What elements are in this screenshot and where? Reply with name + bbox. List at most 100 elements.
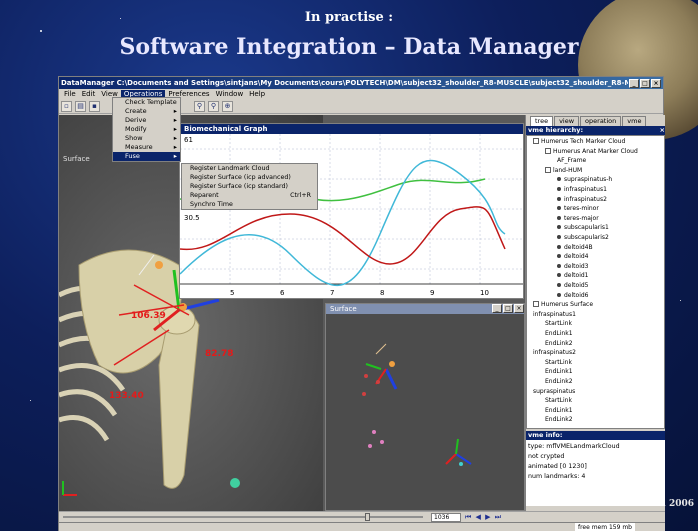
- tree-node[interactable]: supraspinatus-h: [557, 176, 612, 183]
- new-file-icon[interactable]: ▫: [61, 100, 72, 112]
- surface-small-titlebar[interactable]: Surface _ □ ×: [326, 304, 524, 314]
- tree-node[interactable]: deltoid5: [557, 282, 588, 289]
- tree-node[interactable]: teres-minor: [557, 205, 599, 212]
- checkbox-icon[interactable]: [533, 301, 539, 308]
- menu-item-reparent[interactable]: Reparent Ctrl+R: [182, 191, 317, 200]
- tree-node[interactable]: deltoid4: [557, 253, 588, 260]
- tab-vme[interactable]: vme: [622, 116, 647, 126]
- tab-operation[interactable]: operation: [580, 116, 622, 126]
- tab-view[interactable]: view: [554, 116, 580, 126]
- tree-node-label: Humerus Surface: [541, 301, 594, 309]
- crosshair-icon[interactable]: ⊕: [222, 100, 233, 112]
- biomechanical-graph-window[interactable]: Biomechanical Graph 61 30.5 5 6 7 8 9 10: [179, 123, 524, 299]
- tree-node[interactable]: Humerus Tech Marker Cloud: [533, 138, 625, 145]
- menu-edit[interactable]: Edit: [79, 90, 99, 98]
- tree-node[interactable]: EndLink2: [545, 416, 573, 423]
- maximize-button[interactable]: □: [640, 78, 650, 88]
- tree-node[interactable]: Humerus Surface: [533, 301, 593, 308]
- menu-item-check-template[interactable]: Check Template: [113, 98, 180, 107]
- tree-node[interactable]: supraspinatus: [533, 388, 575, 395]
- tree-node[interactable]: AF_Frame: [557, 157, 586, 164]
- tree-node-label: infraspinatus2: [533, 349, 576, 357]
- tree-node-label: infraspinatus1: [564, 186, 607, 193]
- menu-item-register-landmark-cloud[interactable]: Register Landmark Cloud: [182, 164, 317, 173]
- tree-node[interactable]: StartLink: [545, 320, 572, 327]
- menu-item-measure[interactable]: Measure ▸: [113, 143, 180, 152]
- menu-item-fuse[interactable]: Fuse ▸: [113, 152, 180, 161]
- time-value-field[interactable]: 1036: [431, 513, 461, 522]
- tab-tree[interactable]: tree: [530, 116, 554, 126]
- tree-node[interactable]: EndLink2: [545, 340, 573, 347]
- tree-node[interactable]: EndLink1: [545, 330, 573, 337]
- tree-node-label: subscapularis1: [564, 224, 609, 232]
- playback-buttons[interactable]: ⏮ ◀ ▶ ⏭: [465, 513, 502, 522]
- tree-node[interactable]: StartLink: [545, 397, 572, 404]
- tree-node[interactable]: deltoid1: [557, 272, 588, 279]
- checkbox-icon[interactable]: [545, 147, 551, 154]
- menu-item-register-surface-standard[interactable]: Register Surface (icp standard): [182, 182, 317, 191]
- tree-node[interactable]: EndLink2: [545, 378, 573, 385]
- vme-tree[interactable]: Humerus Tech Marker Cloud Humerus Anat Ma…: [526, 135, 665, 429]
- tree-node[interactable]: StartLink: [545, 359, 572, 366]
- tree-node[interactable]: deltoid6: [557, 292, 588, 299]
- tree-node[interactable]: Humerus Anat Marker Cloud: [545, 147, 638, 155]
- surface-small-title: Surface: [330, 305, 357, 313]
- menu-item-show[interactable]: Show ▸: [113, 134, 180, 143]
- landmark-dot-icon: [557, 177, 561, 182]
- tree-node[interactable]: subscapularis2: [557, 234, 609, 241]
- menu-item-synchro-time[interactable]: Synchro Time: [182, 200, 317, 209]
- open-folder-icon[interactable]: ▤: [75, 100, 86, 112]
- x-tick: 5: [230, 289, 235, 297]
- chevron-right-icon: ▸: [173, 125, 177, 133]
- close-button[interactable]: ×: [651, 78, 661, 88]
- tree-node-label: EndLink2: [545, 416, 573, 424]
- graph-plot: [180, 134, 523, 287]
- menu-window[interactable]: Window: [213, 90, 247, 98]
- menu-item-derive[interactable]: Derive ▸: [113, 116, 180, 125]
- fuse-submenu: Register Landmark Cloud Register Surface…: [181, 163, 318, 210]
- vme-info-crypt: not crypted: [528, 453, 565, 460]
- tree-node[interactable]: subscapularis1: [557, 224, 609, 231]
- tree-node[interactable]: EndLink1: [545, 407, 573, 414]
- tree-node-label: StartLink: [545, 358, 572, 366]
- chevron-right-icon: ▸: [173, 143, 177, 151]
- tree-node-label: deltoid3: [564, 262, 589, 270]
- surface-small-window[interactable]: Surface _ □ ×: [325, 303, 525, 511]
- checkbox-icon[interactable]: [545, 166, 551, 173]
- time-slider-handle[interactable]: [365, 513, 370, 521]
- checkbox-icon[interactable]: [533, 138, 539, 144]
- save-icon[interactable]: ▪: [89, 100, 100, 112]
- slide-title: Software Integration – Data Manager: [119, 34, 579, 60]
- landmark-render: [362, 343, 472, 466]
- tree-node[interactable]: deltoid4B: [557, 244, 593, 251]
- menu-item-modify[interactable]: Modify ▸: [113, 125, 180, 134]
- tree-node[interactable]: teres-major: [557, 215, 599, 222]
- menu-item-register-surface-advanced[interactable]: Register Surface (icp advanced): [182, 173, 317, 182]
- tree-node-label: infraspinatus2: [564, 195, 607, 203]
- vme-hierarchy-header: vme hierarchy: ×: [526, 126, 665, 135]
- tree-node[interactable]: EndLink1: [545, 368, 573, 375]
- menu-file[interactable]: File: [61, 90, 79, 98]
- tree-node-label: deltoid4: [564, 253, 589, 261]
- vme-info-landmarks: num landmarks: 4: [528, 473, 586, 480]
- tree-node[interactable]: infraspinatus1: [533, 311, 576, 318]
- tree-node[interactable]: deltoid3: [557, 263, 588, 270]
- status-bar: free mem 159 mb: [59, 522, 665, 531]
- minimize-button[interactable]: _: [629, 78, 639, 88]
- close-button[interactable]: ×: [514, 304, 524, 313]
- close-icon[interactable]: ×: [660, 126, 665, 135]
- operations-menu: Check Template Create ▸ Derive ▸ Modify ▸ S…: [112, 97, 181, 162]
- zoom-in-icon[interactable]: ⚲: [194, 100, 205, 112]
- tree-node[interactable]: land-HUM: [545, 166, 583, 174]
- menu-help[interactable]: Help: [246, 90, 268, 98]
- tree-node[interactable]: infraspinatus2: [533, 349, 576, 356]
- tree-node[interactable]: infraspinatus2: [557, 196, 607, 203]
- maximize-button[interactable]: □: [503, 304, 513, 313]
- window-titlebar[interactable]: DataManager C:\Documents and Settings\si…: [59, 77, 663, 89]
- minimize-button[interactable]: _: [492, 304, 502, 313]
- tree-node-label: land-HUM: [553, 166, 583, 174]
- y-tick: 30.5: [184, 214, 200, 222]
- menu-item-create[interactable]: Create ▸: [113, 107, 180, 116]
- tree-node[interactable]: infraspinatus1: [557, 186, 607, 193]
- zoom-out-icon[interactable]: ⚲: [208, 100, 219, 112]
